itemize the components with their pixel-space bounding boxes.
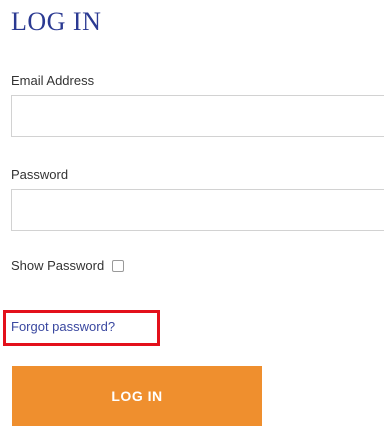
page-title: LOG IN bbox=[11, 7, 102, 36]
email-field[interactable] bbox=[11, 95, 384, 137]
show-password-checkbox[interactable] bbox=[112, 260, 125, 272]
password-field[interactable] bbox=[11, 189, 384, 231]
login-button[interactable]: LOG IN bbox=[12, 366, 262, 426]
login-page: LOG IN Email Address Password Show Passw… bbox=[0, 0, 384, 427]
show-password-label: Show Password bbox=[11, 258, 105, 273]
forgot-password-link[interactable]: Forgot password? bbox=[11, 319, 115, 335]
password-label: Password bbox=[11, 167, 69, 182]
show-password-row: Show Password bbox=[11, 258, 125, 274]
email-label: Email Address bbox=[11, 73, 95, 88]
